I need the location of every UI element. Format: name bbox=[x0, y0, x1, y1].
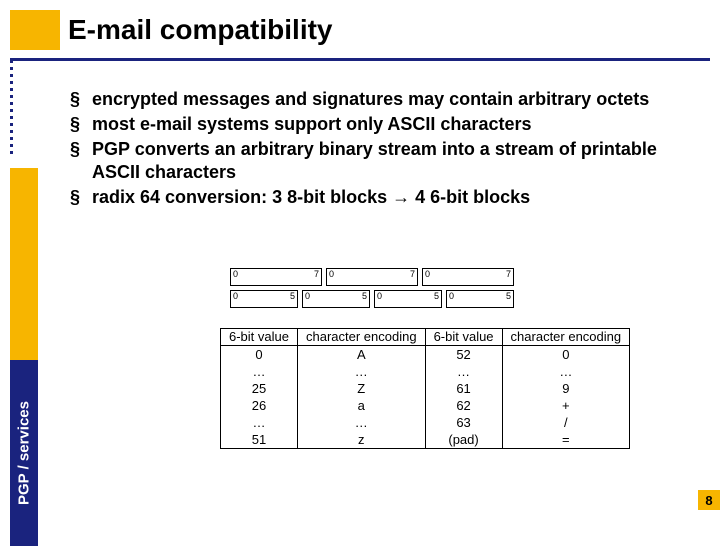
col-header: 6-bit value bbox=[425, 329, 502, 346]
table-row: 0 A 52 0 bbox=[221, 345, 630, 363]
bit-index-right: 5 bbox=[506, 291, 511, 301]
cell: 26 bbox=[221, 397, 298, 414]
title-accent-square bbox=[10, 10, 60, 50]
cell: a bbox=[297, 397, 425, 414]
bit-index-right: 5 bbox=[362, 291, 367, 301]
sextet-box: 05 bbox=[374, 290, 442, 308]
sextet-box: 05 bbox=[446, 290, 514, 308]
cell: … bbox=[425, 363, 502, 380]
sidebar: PGP / services bbox=[0, 60, 48, 540]
cell: 51 bbox=[221, 431, 298, 449]
col-header: character encoding bbox=[297, 329, 425, 346]
title-underline bbox=[10, 58, 710, 61]
slide-title: E-mail compatibility bbox=[68, 14, 333, 46]
bit-index-right: 7 bbox=[410, 269, 415, 279]
slide: E-mail compatibility PGP / services encr… bbox=[0, 0, 720, 540]
cell: Z bbox=[297, 380, 425, 397]
encoding-table-wrap: 6-bit value character encoding 6-bit val… bbox=[220, 328, 630, 449]
sextet-box: 05 bbox=[230, 290, 298, 308]
table-row: … … 63 / bbox=[221, 414, 630, 431]
cell: … bbox=[221, 363, 298, 380]
bullet-list: encrypted messages and signatures may co… bbox=[70, 88, 702, 209]
sidebar-dots bbox=[10, 60, 13, 160]
col-header: 6-bit value bbox=[221, 329, 298, 346]
cell: 0 bbox=[502, 345, 630, 363]
bullet-item: encrypted messages and signatures may co… bbox=[70, 88, 702, 111]
table-row: 51 z (pad) = bbox=[221, 431, 630, 449]
cell: (pad) bbox=[425, 431, 502, 449]
cell: … bbox=[502, 363, 630, 380]
cell: … bbox=[297, 363, 425, 380]
bit-index-left: 0 bbox=[233, 291, 238, 301]
cell: 61 bbox=[425, 380, 502, 397]
diagram-row-6bit: 05 05 05 05 bbox=[230, 290, 530, 308]
bit-index-left: 0 bbox=[377, 291, 382, 301]
cell: = bbox=[502, 431, 630, 449]
bit-index-left: 0 bbox=[233, 269, 238, 279]
diagram-row-8bit: 07 07 07 bbox=[230, 268, 530, 286]
encoding-table: 6-bit value character encoding 6-bit val… bbox=[220, 328, 630, 449]
content-area: encrypted messages and signatures may co… bbox=[70, 88, 702, 211]
cell: 63 bbox=[425, 414, 502, 431]
page-number: 8 bbox=[698, 490, 720, 510]
cell: / bbox=[502, 414, 630, 431]
table-row: 25 Z 61 9 bbox=[221, 380, 630, 397]
bit-index-right: 7 bbox=[506, 269, 511, 279]
byte-box: 07 bbox=[326, 268, 418, 286]
bullet-item: radix 64 conversion: 3 8-bit blocks → 4 … bbox=[70, 186, 702, 209]
table-row: 26 a 62 + bbox=[221, 397, 630, 414]
cell: 52 bbox=[425, 345, 502, 363]
cell: 62 bbox=[425, 397, 502, 414]
bullet-item: PGP converts an arbitrary binary stream … bbox=[70, 138, 702, 184]
cell: … bbox=[297, 414, 425, 431]
title-block: E-mail compatibility bbox=[10, 10, 333, 50]
byte-box: 07 bbox=[422, 268, 514, 286]
cell: 9 bbox=[502, 380, 630, 397]
table-header-row: 6-bit value character encoding 6-bit val… bbox=[221, 329, 630, 346]
bit-index-left: 0 bbox=[425, 269, 430, 279]
col-header: character encoding bbox=[502, 329, 630, 346]
bullet-item: most e-mail systems support only ASCII c… bbox=[70, 113, 702, 136]
sextet-box: 05 bbox=[302, 290, 370, 308]
bit-index-left: 0 bbox=[305, 291, 310, 301]
sidebar-label: PGP / services bbox=[10, 360, 38, 546]
bit-diagram: 07 07 07 05 05 05 05 bbox=[230, 268, 530, 312]
table-row: … … … … bbox=[221, 363, 630, 380]
bit-index-left: 0 bbox=[329, 269, 334, 279]
cell: … bbox=[221, 414, 298, 431]
cell: 0 bbox=[221, 345, 298, 363]
table-body: 0 A 52 0 … … … … 25 Z 61 9 bbox=[221, 345, 630, 448]
cell: + bbox=[502, 397, 630, 414]
bit-index-right: 7 bbox=[314, 269, 319, 279]
cell: 25 bbox=[221, 380, 298, 397]
cell: A bbox=[297, 345, 425, 363]
title-bar: E-mail compatibility bbox=[0, 10, 720, 60]
bit-index-right: 5 bbox=[434, 291, 439, 301]
bit-index-left: 0 bbox=[449, 291, 454, 301]
byte-box: 07 bbox=[230, 268, 322, 286]
cell: z bbox=[297, 431, 425, 449]
bit-index-right: 5 bbox=[290, 291, 295, 301]
